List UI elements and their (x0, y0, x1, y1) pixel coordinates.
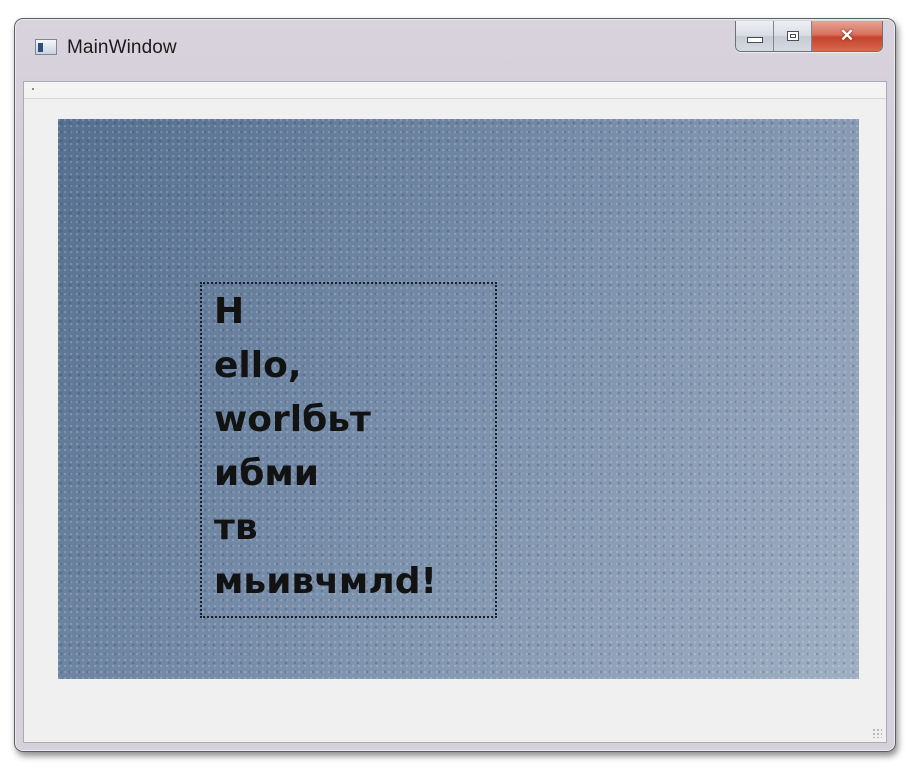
application-window-icon[interactable] (35, 39, 57, 55)
title-bar[interactable]: MainWindow ✕ (15, 19, 895, 81)
close-button[interactable]: ✕ (812, 21, 882, 51)
text-line: тв (214, 507, 258, 548)
text-line: H (214, 291, 245, 332)
client-area: H ello, worlбьт ибми тв мьивчмлd! (23, 81, 887, 743)
main-window: MainWindow ✕ H ello, worlбьт ибми тв мьи… (14, 18, 896, 752)
selected-text-block[interactable]: H ello, worlбьт ибми тв мьивчмлd! (200, 282, 497, 618)
window-title: MainWindow (67, 37, 177, 58)
text-line: ибми (214, 453, 320, 494)
caption-buttons: ✕ (735, 21, 883, 52)
minimize-icon (746, 37, 763, 43)
text-line: ello, (214, 345, 302, 386)
menu-handle-icon (32, 88, 34, 90)
screen: MainWindow ✕ H ello, worlбьт ибми тв мьи… (0, 0, 908, 783)
resize-grip[interactable] (872, 728, 882, 738)
text-line: worlбьт (214, 399, 371, 440)
menu-bar[interactable] (24, 82, 886, 99)
minimize-button[interactable] (736, 21, 774, 51)
text-line: мьивчмлd! (214, 561, 437, 602)
maximize-button[interactable] (774, 21, 812, 51)
maximize-icon (786, 31, 799, 41)
close-icon: ✕ (839, 26, 855, 45)
image-canvas[interactable]: H ello, worlбьт ибми тв мьивчмлd! (58, 119, 859, 679)
